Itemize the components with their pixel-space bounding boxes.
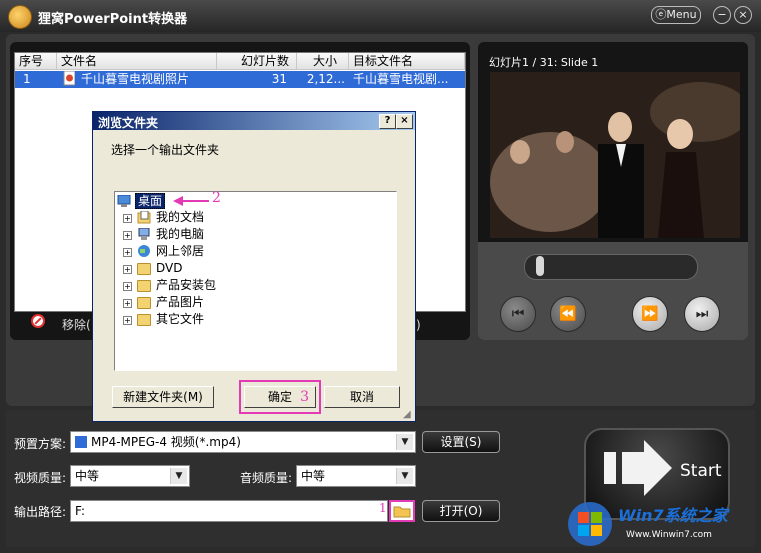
tree-item-my-computer[interactable]: 我的电脑	[156, 226, 204, 242]
browse-folder-button[interactable]	[389, 500, 415, 522]
next-icon: ⏭	[695, 306, 709, 322]
column-header-filename[interactable]: 文件名	[57, 53, 217, 70]
video-quality-label: 视频质量:	[14, 471, 67, 485]
video-quality-value: 中等	[75, 469, 100, 483]
open-button[interactable]: 打开(O)	[422, 500, 500, 522]
output-path-input[interactable]: F:	[70, 500, 388, 522]
seek-slider-thumb[interactable]	[536, 256, 544, 276]
preset-icon	[75, 436, 87, 448]
expand-icon[interactable]: +	[123, 214, 132, 223]
ok-button-label: 确定	[267, 390, 292, 404]
expand-icon[interactable]: +	[123, 231, 132, 240]
next-slide-button[interactable]: ⏭	[684, 296, 720, 332]
dialog-help-button[interactable]: ?	[379, 114, 396, 129]
column-header-size[interactable]: 大小	[297, 53, 349, 70]
column-header-target[interactable]: 目标文件名	[349, 53, 465, 70]
browse-folder-dialog: 浏览文件夹 ? × 选择一个输出文件夹 桌面 2 + 我的文档 + 我的电脑 +…	[92, 111, 416, 422]
prev-slide-button[interactable]: ⏮	[500, 296, 536, 332]
menu-icon: ⓔ	[655, 8, 667, 21]
folder-icon	[137, 314, 151, 326]
app-logo-icon	[8, 5, 32, 29]
row-index: 1	[23, 72, 31, 86]
folder-tree[interactable]: 桌面 2 + 我的文档 + 我的电脑 + 网上邻居 + DVD + 产品安装包 …	[114, 190, 397, 371]
annotation-marker-2: 2	[212, 190, 221, 206]
minimize-button[interactable]: −	[713, 6, 731, 24]
tree-item-network[interactable]: 网上邻居	[156, 243, 204, 259]
annotation-arrow-icon	[173, 196, 209, 206]
tree-item-other-files[interactable]: 其它文件	[156, 311, 204, 327]
column-header-slides[interactable]: 幻灯片数	[217, 53, 297, 70]
folder-icon	[137, 297, 151, 309]
preset-label: 预置方案:	[14, 437, 67, 451]
dialog-prompt: 选择一个输出文件夹	[111, 143, 220, 157]
watermark-logo: Win7系统之家 Www.Winwin7.com	[564, 494, 760, 550]
menu-button[interactable]: ⓔMenu	[651, 6, 701, 24]
tree-item-label: 桌面	[135, 193, 166, 209]
tree-item-dvd[interactable]: DVD	[156, 260, 182, 276]
folder-icon	[393, 506, 411, 518]
ok-button[interactable]: 确定 3	[244, 386, 316, 408]
prev-icon: ⏮	[511, 306, 525, 322]
folder-icon	[137, 263, 151, 275]
annotation-marker-1: 1	[379, 501, 387, 515]
fast-forward-icon: ⏩	[641, 306, 659, 322]
my-documents-icon	[137, 210, 151, 224]
chevron-down-icon: ▼	[396, 468, 413, 484]
rewind-button[interactable]: ⏪	[550, 296, 586, 332]
tree-item-my-documents[interactable]: 我的文档	[156, 209, 204, 225]
row-size: 2,12...	[306, 72, 345, 86]
ppt-file-icon	[59, 71, 75, 88]
folder-icon	[137, 280, 151, 292]
audio-quality-value: 中等	[301, 469, 326, 483]
new-folder-button[interactable]: 新建文件夹(M)	[112, 386, 214, 408]
fast-forward-button[interactable]: ⏩	[632, 296, 668, 332]
preset-value: MP4-MPEG-4 视频(*.mp4)	[91, 435, 241, 449]
dialog-close-button[interactable]: ×	[396, 114, 413, 129]
tree-item-product-images[interactable]: 产品图片	[156, 294, 204, 310]
slide-counter: 幻灯片1 / 31: Slide 1	[489, 56, 599, 69]
menu-label: Menu	[666, 8, 697, 21]
table-row[interactable]: 1 千山暮雪电视剧照片 31 2,12... 千山暮雪电视剧...	[15, 71, 465, 88]
network-icon	[137, 245, 151, 257]
remove-button-label[interactable]: 移除(	[62, 316, 91, 333]
expand-icon[interactable]: +	[123, 299, 132, 308]
app-title: 狸窝PowerPoint转换器	[38, 12, 188, 27]
expand-icon[interactable]: +	[123, 316, 132, 325]
row-target: 千山暮雪电视剧...	[353, 72, 449, 86]
dialog-title: 浏览文件夹	[98, 116, 159, 130]
expand-icon[interactable]: +	[123, 265, 132, 274]
chevron-down-icon: ▼	[396, 434, 413, 450]
seek-slider[interactable]	[524, 254, 698, 280]
watermark-brand: Win7系统之家	[618, 506, 728, 525]
settings-button[interactable]: 设置(S)	[422, 431, 500, 453]
video-quality-select[interactable]: 中等 ▼	[70, 465, 190, 487]
row-filename: 千山暮雪电视剧照片	[81, 72, 190, 86]
row-slides: 31	[271, 72, 287, 86]
audio-quality-label: 音频质量:	[240, 471, 293, 485]
column-header-index[interactable]: 序号	[15, 53, 57, 70]
expand-icon[interactable]: +	[123, 282, 132, 291]
start-arrow-icon	[604, 440, 672, 496]
output-path-label: 输出路径:	[14, 505, 67, 519]
output-path-value: F:	[75, 504, 86, 518]
remove-icon[interactable]	[31, 314, 45, 328]
audio-quality-select[interactable]: 中等 ▼	[296, 465, 416, 487]
close-button[interactable]: ×	[734, 6, 752, 24]
expand-icon[interactable]: +	[123, 248, 132, 257]
annotation-marker-3: 3	[300, 389, 309, 405]
start-label: Start	[680, 461, 722, 481]
chevron-down-icon: ▼	[170, 468, 187, 484]
tree-item-installers[interactable]: 产品安装包	[156, 277, 216, 293]
rewind-icon: ⏪	[559, 306, 577, 322]
preset-select[interactable]: MP4-MPEG-4 视频(*.mp4) ▼	[70, 431, 416, 453]
my-computer-icon	[137, 227, 151, 240]
slide-preview-image	[490, 72, 740, 238]
watermark-url: Www.Winwin7.com	[626, 530, 712, 540]
cancel-button[interactable]: 取消	[324, 386, 400, 408]
desktop-icon	[117, 194, 131, 207]
resize-grip-icon[interactable]: ◢	[403, 409, 411, 420]
